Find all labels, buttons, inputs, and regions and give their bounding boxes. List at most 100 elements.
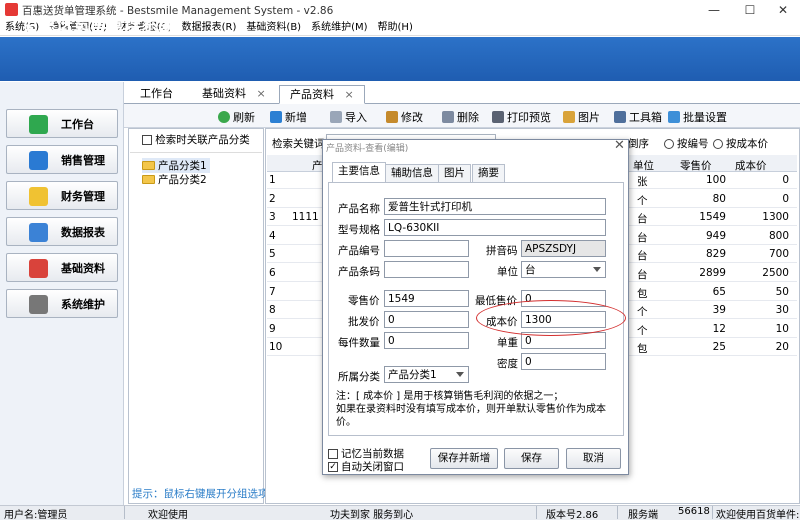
close-icon[interactable]: × <box>257 87 266 100</box>
spec-field[interactable]: LQ-630KII <box>384 219 606 236</box>
sidebar-item-reports[interactable]: 数据报表 <box>6 217 118 246</box>
code-field[interactable] <box>384 240 469 257</box>
cell-cost: 0 <box>782 192 789 205</box>
sidebar-item-maintenance[interactable]: 系统维护 <box>6 289 118 318</box>
sort-by-cost-radio[interactable]: 按成本价 <box>713 136 768 151</box>
name-field[interactable]: 爱普生针式打印机 <box>384 198 606 215</box>
sort-desc-checkbox[interactable]: 倒序 <box>628 136 649 151</box>
auto-close-checkbox[interactable]: ✓ 自动关闭窗口 <box>328 459 404 474</box>
wholesale-label: 批发价 <box>348 316 380 328</box>
cell-unit: 个 <box>637 194 648 207</box>
refresh-button[interactable]: 刷新 <box>218 109 255 125</box>
app-icon <box>5 3 18 16</box>
save-button[interactable]: 保存 <box>504 448 559 469</box>
category-select[interactable]: 产品分类1 <box>384 366 469 383</box>
image-button[interactable]: 图片 <box>563 109 600 125</box>
delete-icon <box>442 111 454 123</box>
save-and-new-button[interactable]: 保存并新增 <box>430 448 498 469</box>
edit-button[interactable]: 修改 <box>386 109 423 125</box>
delete-button[interactable]: 删除 <box>442 109 479 125</box>
status-slogan: 功夫到家 服务到心 <box>330 510 414 521</box>
radio[interactable] <box>713 138 723 149</box>
folder-icon <box>29 187 48 206</box>
image-icon <box>563 111 575 123</box>
print-preview-button[interactable]: 打印预览 <box>492 109 551 125</box>
search-label: 检索关键词 <box>272 138 325 150</box>
cancel-button[interactable]: 取消 <box>566 448 621 469</box>
status-welcome: 欢迎使用 <box>148 510 188 521</box>
tree-item-label: 产品分类1 <box>158 160 207 172</box>
menu-reports[interactable]: 数据报表(R) <box>177 20 242 36</box>
density-field[interactable]: 0 <box>521 353 606 370</box>
add-button[interactable]: 新增 <box>270 109 307 125</box>
spec-label: 型号规格 <box>338 224 380 236</box>
close-icon[interactable]: × <box>345 88 354 101</box>
link-category-checkbox[interactable]: 检索时关联产品分类 <box>128 130 264 150</box>
menu-help[interactable]: 帮助(H) <box>373 20 418 36</box>
cell-unit: 台 <box>637 231 648 244</box>
magnifier-icon <box>29 223 48 242</box>
menu-basic[interactable]: 基础资料(B) <box>241 20 306 36</box>
cell-retail: 2899 <box>699 267 726 279</box>
tree-item[interactable]: 产品分类1 <box>142 158 210 173</box>
sidebar-item-basic-data[interactable]: 基础资料 <box>6 253 118 282</box>
checkbox[interactable] <box>328 448 338 459</box>
cell-cost: 700 <box>768 248 789 261</box>
col-header-unit[interactable]: 单位 <box>633 158 654 173</box>
col-header-product[interactable]: 产 <box>312 158 323 173</box>
dialog-close-icon[interactable]: ✕ <box>614 138 625 153</box>
sort-by-code-radio[interactable]: 按编号 <box>664 136 709 151</box>
cell-unit: 包 <box>637 343 648 356</box>
checkbox[interactable] <box>142 135 153 145</box>
tree-item[interactable]: 产品分类2 <box>142 172 207 187</box>
import-button[interactable]: 导入 <box>330 109 367 125</box>
cell-cost: 50 <box>775 285 789 298</box>
sidebar-item-label: 系统维护 <box>61 297 105 311</box>
radio[interactable] <box>664 138 674 149</box>
dialog-tab-image[interactable]: 图片 <box>438 164 471 182</box>
cell-no: 5 <box>269 248 276 261</box>
sidebar-item-sales[interactable]: 销售管理 <box>6 145 118 174</box>
barcode-label: 产品条码 <box>338 266 380 278</box>
dialog-tab-aux[interactable]: 辅助信息 <box>385 164 439 182</box>
sidebar-item-workbench[interactable]: 工作台 <box>6 109 118 138</box>
cell-cost: 0 <box>782 174 789 186</box>
edit-label: 修改 <box>401 111 423 124</box>
cell-cost: 1300 <box>762 211 789 224</box>
hint-text: 提示：鼠标右键展开分组选项 <box>132 488 269 500</box>
unit-label: 单位 <box>497 266 518 278</box>
import-icon <box>330 111 342 123</box>
retail-field[interactable]: 1549 <box>384 290 469 307</box>
tab-workbench[interactable]: 工作台 <box>130 85 183 104</box>
sidebar-item-finance[interactable]: 财务管理 <box>6 181 118 210</box>
col-header-cost[interactable]: 成本价 <box>735 158 767 173</box>
tab-basic-data[interactable]: 基础资料 × <box>192 85 276 104</box>
cell-retail: 39 <box>712 304 726 317</box>
col-header-retail[interactable]: 零售价 <box>680 158 712 173</box>
barcode-field[interactable] <box>384 261 469 278</box>
pinyin-field[interactable]: APSZSDYJ <box>521 240 606 257</box>
window-icon <box>29 151 48 170</box>
toolbox-button[interactable]: 工具箱 <box>614 109 662 125</box>
cell-retail: 80 <box>712 192 726 205</box>
menu-maintenance[interactable]: 系统维护(M) <box>306 20 372 36</box>
cell-no: 2 <box>269 192 276 205</box>
refresh-icon <box>218 111 230 123</box>
checkbox-checked[interactable]: ✓ <box>328 461 338 472</box>
qty-field[interactable]: 0 <box>384 332 469 349</box>
sidebar-item-label: 财务管理 <box>61 189 105 203</box>
cell-no: 4 <box>269 229 276 242</box>
status-version: 版本号2.86 <box>546 510 599 521</box>
cell-retail: 1549 <box>699 211 726 224</box>
toolbox-icon <box>614 111 626 123</box>
batch-settings-button[interactable]: 批量设置 <box>668 109 727 125</box>
tab-product-data[interactable]: 产品资料 × <box>279 85 365 104</box>
dialog-tab-main[interactable]: 主要信息 <box>332 162 386 182</box>
qty-label: 每件数量 <box>338 337 380 349</box>
dialog-tab-summary[interactable]: 摘要 <box>472 164 505 182</box>
unit-select[interactable]: 台 <box>521 261 606 278</box>
cell-no: 10 <box>269 341 283 354</box>
toolbox-label: 工具箱 <box>629 111 662 124</box>
wholesale-field[interactable]: 0 <box>384 311 469 328</box>
sidebar-item-label: 工作台 <box>61 117 94 131</box>
